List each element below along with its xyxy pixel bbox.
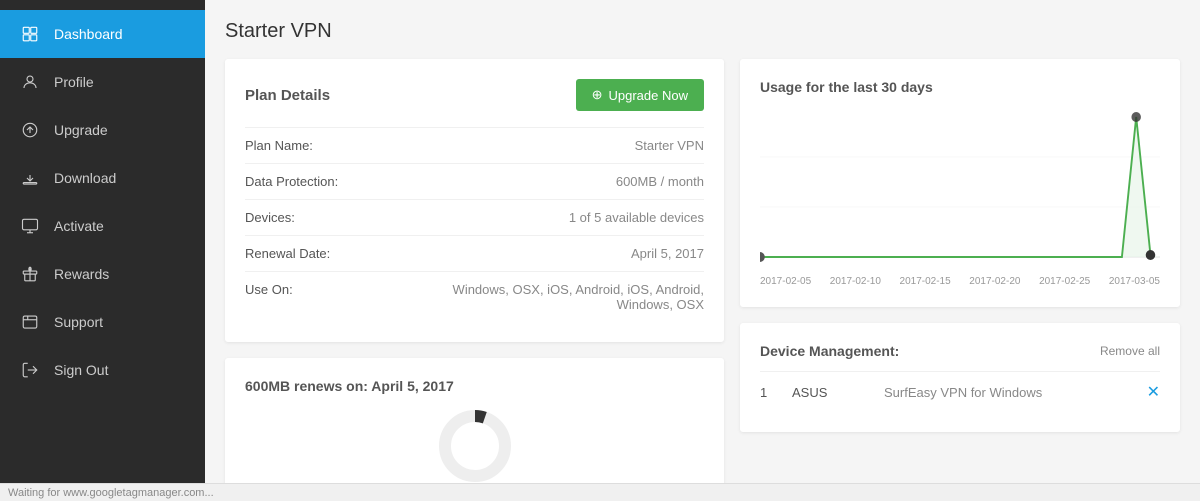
data-protection-label: Data Protection: <box>245 174 338 189</box>
plan-row-name: Plan Name: Starter VPN <box>245 127 704 163</box>
download-icon <box>20 168 40 188</box>
sidebar-item-label: Profile <box>54 74 94 90</box>
gift-icon <box>20 264 40 284</box>
sidebar-item-download[interactable]: Download <box>0 154 205 202</box>
chart-labels: 2017-02-05 2017-02-10 2017-02-15 2017-02… <box>760 276 1160 287</box>
renewal-card: 600MB renews on: April 5, 2017 <box>225 358 724 501</box>
sidebar-item-label: Upgrade <box>54 122 108 138</box>
sidebar-item-signout[interactable]: Sign Out <box>0 346 205 394</box>
plan-header: Plan Details ⊕ Upgrade Now <box>245 79 704 111</box>
sidebar-item-rewards[interactable]: Rewards <box>0 250 205 298</box>
status-text: Waiting for www.googletagmanager.com... <box>8 487 214 499</box>
sidebar-item-label: Rewards <box>54 266 109 282</box>
upgrade-button[interactable]: ⊕ Upgrade Now <box>576 79 704 111</box>
help-icon <box>20 312 40 332</box>
plan-name-label: Plan Name: <box>245 138 313 153</box>
sidebar-item-activate[interactable]: Activate <box>0 202 205 250</box>
sidebar-item-label: Support <box>54 314 103 330</box>
plan-name-value: Starter VPN <box>635 138 704 153</box>
sidebar-item-label: Dashboard <box>54 26 123 42</box>
devices-label: Devices: <box>245 210 295 225</box>
left-column: Plan Details ⊕ Upgrade Now Plan Name: St… <box>225 59 724 501</box>
devices-value: 1 of 5 available devices <box>569 210 704 225</box>
device-number: 1 <box>760 385 780 400</box>
usage-chart-title: Usage for the last 30 days <box>760 79 1160 95</box>
usage-chart-card: Usage for the last 30 days <box>740 59 1180 307</box>
chart-label: 2017-02-20 <box>969 276 1020 287</box>
remove-all-link[interactable]: Remove all <box>1100 344 1160 358</box>
sidebar-item-support[interactable]: Support <box>0 298 205 346</box>
sidebar-item-upgrade[interactable]: Upgrade <box>0 106 205 154</box>
device-header: Device Management: Remove all <box>760 343 1160 359</box>
sidebar-item-dashboard[interactable]: Dashboard <box>0 10 205 58</box>
chart-area: 2017-02-05 2017-02-10 2017-02-15 2017-02… <box>760 107 1160 287</box>
monitor-icon <box>20 216 40 236</box>
grid-icon <box>20 24 40 44</box>
device-remove-button[interactable]: ✕ <box>1147 382 1160 402</box>
sidebar-item-label: Sign Out <box>54 362 108 378</box>
renewal-title: 600MB renews on: April 5, 2017 <box>245 378 704 394</box>
sidebar-item-profile[interactable]: Profile <box>0 58 205 106</box>
content-grid: Plan Details ⊕ Upgrade Now Plan Name: St… <box>225 59 1180 501</box>
use-on-value: Windows, OSX, iOS, Android, iOS, Android… <box>429 282 704 312</box>
right-column: Usage for the last 30 days <box>740 59 1180 501</box>
device-app: SurfEasy VPN for Windows <box>884 385 1135 400</box>
page-title: Starter VPN <box>225 20 1180 43</box>
donut-chart <box>245 406 704 486</box>
sidebar-item-label: Download <box>54 170 116 186</box>
plan-row-protection: Data Protection: 600MB / month <box>245 163 704 199</box>
device-management-title: Device Management: <box>760 343 899 359</box>
plan-row-renewal: Renewal Date: April 5, 2017 <box>245 235 704 271</box>
sidebar-item-label: Activate <box>54 218 104 234</box>
chart-label: 2017-02-25 <box>1039 276 1090 287</box>
renewal-date-value: April 5, 2017 <box>631 246 704 261</box>
chart-label: 2017-02-05 <box>760 276 811 287</box>
chart-label: 2017-03-05 <box>1109 276 1160 287</box>
use-on-label: Use On: <box>245 282 293 297</box>
chart-label: 2017-02-10 <box>830 276 881 287</box>
user-icon <box>20 72 40 92</box>
data-protection-value: 600MB / month <box>616 174 704 189</box>
sidebar: Dashboard Profile Upgrade Download Activ… <box>0 0 205 501</box>
renewal-date-label: Renewal Date: <box>245 246 330 261</box>
plan-details-card: Plan Details ⊕ Upgrade Now Plan Name: St… <box>225 59 724 342</box>
device-management-card: Device Management: Remove all 1 ASUS Sur… <box>740 323 1180 432</box>
plan-row-devices: Devices: 1 of 5 available devices <box>245 199 704 235</box>
plan-row-use-on: Use On: Windows, OSX, iOS, Android, iOS,… <box>245 271 704 322</box>
logout-icon <box>20 360 40 380</box>
device-row: 1 ASUS SurfEasy VPN for Windows ✕ <box>760 371 1160 412</box>
chart-label: 2017-02-15 <box>900 276 951 287</box>
upload-icon <box>20 120 40 140</box>
device-name: ASUS <box>792 385 872 400</box>
upgrade-icon: ⊕ <box>592 87 603 103</box>
main-content: Starter VPN Plan Details ⊕ Upgrade Now P… <box>205 0 1200 501</box>
status-bar: Waiting for www.googletagmanager.com... <box>0 483 1200 501</box>
plan-details-title: Plan Details <box>245 87 330 104</box>
